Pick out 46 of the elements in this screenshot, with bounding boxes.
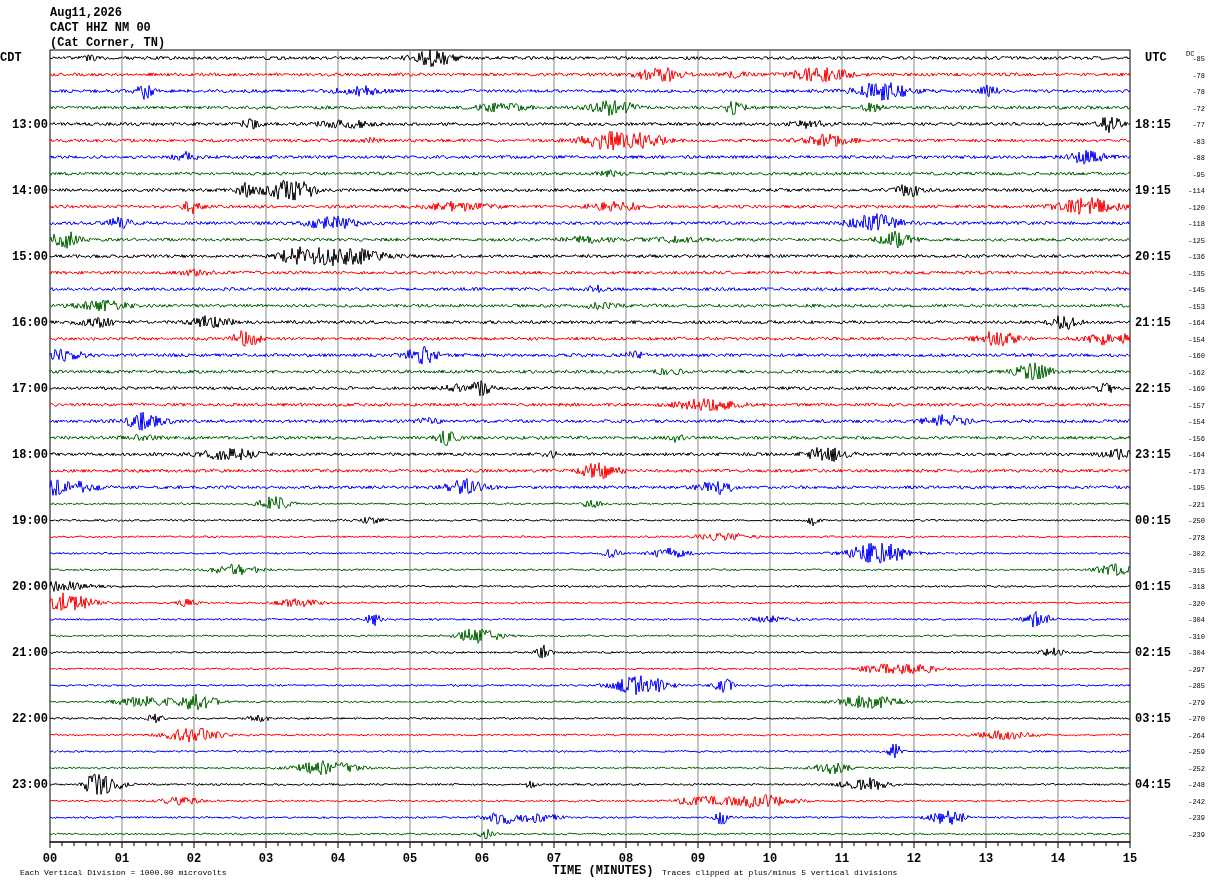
tick-label: 13 <box>978 852 994 866</box>
scale-note: Each Vertical Division = 1000.00 microvolts <box>20 868 227 877</box>
time-label: 22:00 <box>12 712 48 727</box>
tick-label: 06 <box>474 852 490 866</box>
chart-title: (Cat Corner, TN) <box>50 36 166 50</box>
tick-label: 14 <box>1050 852 1066 866</box>
time-label: 23:15 <box>1135 448 1171 463</box>
time-label: 19:15 <box>1135 184 1171 199</box>
tick-label: 04 <box>330 852 346 866</box>
tick-label: 02 <box>186 852 202 866</box>
time-label: 04:15 <box>1135 778 1171 793</box>
time-label: 03:15 <box>1135 712 1171 727</box>
tick-label: 08 <box>618 852 634 866</box>
time-label: 15:00 <box>12 250 48 265</box>
tick-label: 09 <box>690 852 706 866</box>
time-label: 13:00 <box>12 118 48 133</box>
tick-label: 10 <box>762 852 778 866</box>
tick-label: 05 <box>402 852 418 866</box>
time-label: 20:00 <box>12 580 48 595</box>
time-label: 01:15 <box>1135 580 1171 595</box>
time-label: 02:15 <box>1135 646 1171 661</box>
tick-label: 15 <box>1122 852 1138 866</box>
clip-note: Traces clipped at plus/minus 5 vertical divisions <box>662 868 898 877</box>
time-label: 17:00 <box>12 382 48 397</box>
timezone-label: UTC <box>1145 51 1167 65</box>
time-label: 23:00 <box>12 778 48 793</box>
time-label: 18:00 <box>12 448 48 463</box>
chart-title: CACT HHZ NM 00 <box>50 21 151 35</box>
time-label: 19:00 <box>12 514 48 529</box>
tick-label: 01 <box>114 852 130 866</box>
chart-title: Aug11,2026 <box>50 6 122 20</box>
time-label: 20:15 <box>1135 250 1171 265</box>
time-label: 21:00 <box>12 646 48 661</box>
time-label: 16:00 <box>12 316 48 331</box>
time-label: 21:15 <box>1135 316 1171 331</box>
tick-label: 11 <box>834 852 850 866</box>
tick-label: 00 <box>42 852 58 866</box>
timezone-label: CDT <box>0 51 22 65</box>
axis-label: TIME (MINUTES) <box>552 864 654 878</box>
time-label: 22:15 <box>1135 382 1171 397</box>
tick-label: 03 <box>258 852 274 866</box>
time-label: 00:15 <box>1135 514 1171 529</box>
time-label: 14:00 <box>12 184 48 199</box>
time-label: 18:15 <box>1135 118 1171 133</box>
tick-label: 12 <box>906 852 922 866</box>
tick-label: 07 <box>546 852 562 866</box>
